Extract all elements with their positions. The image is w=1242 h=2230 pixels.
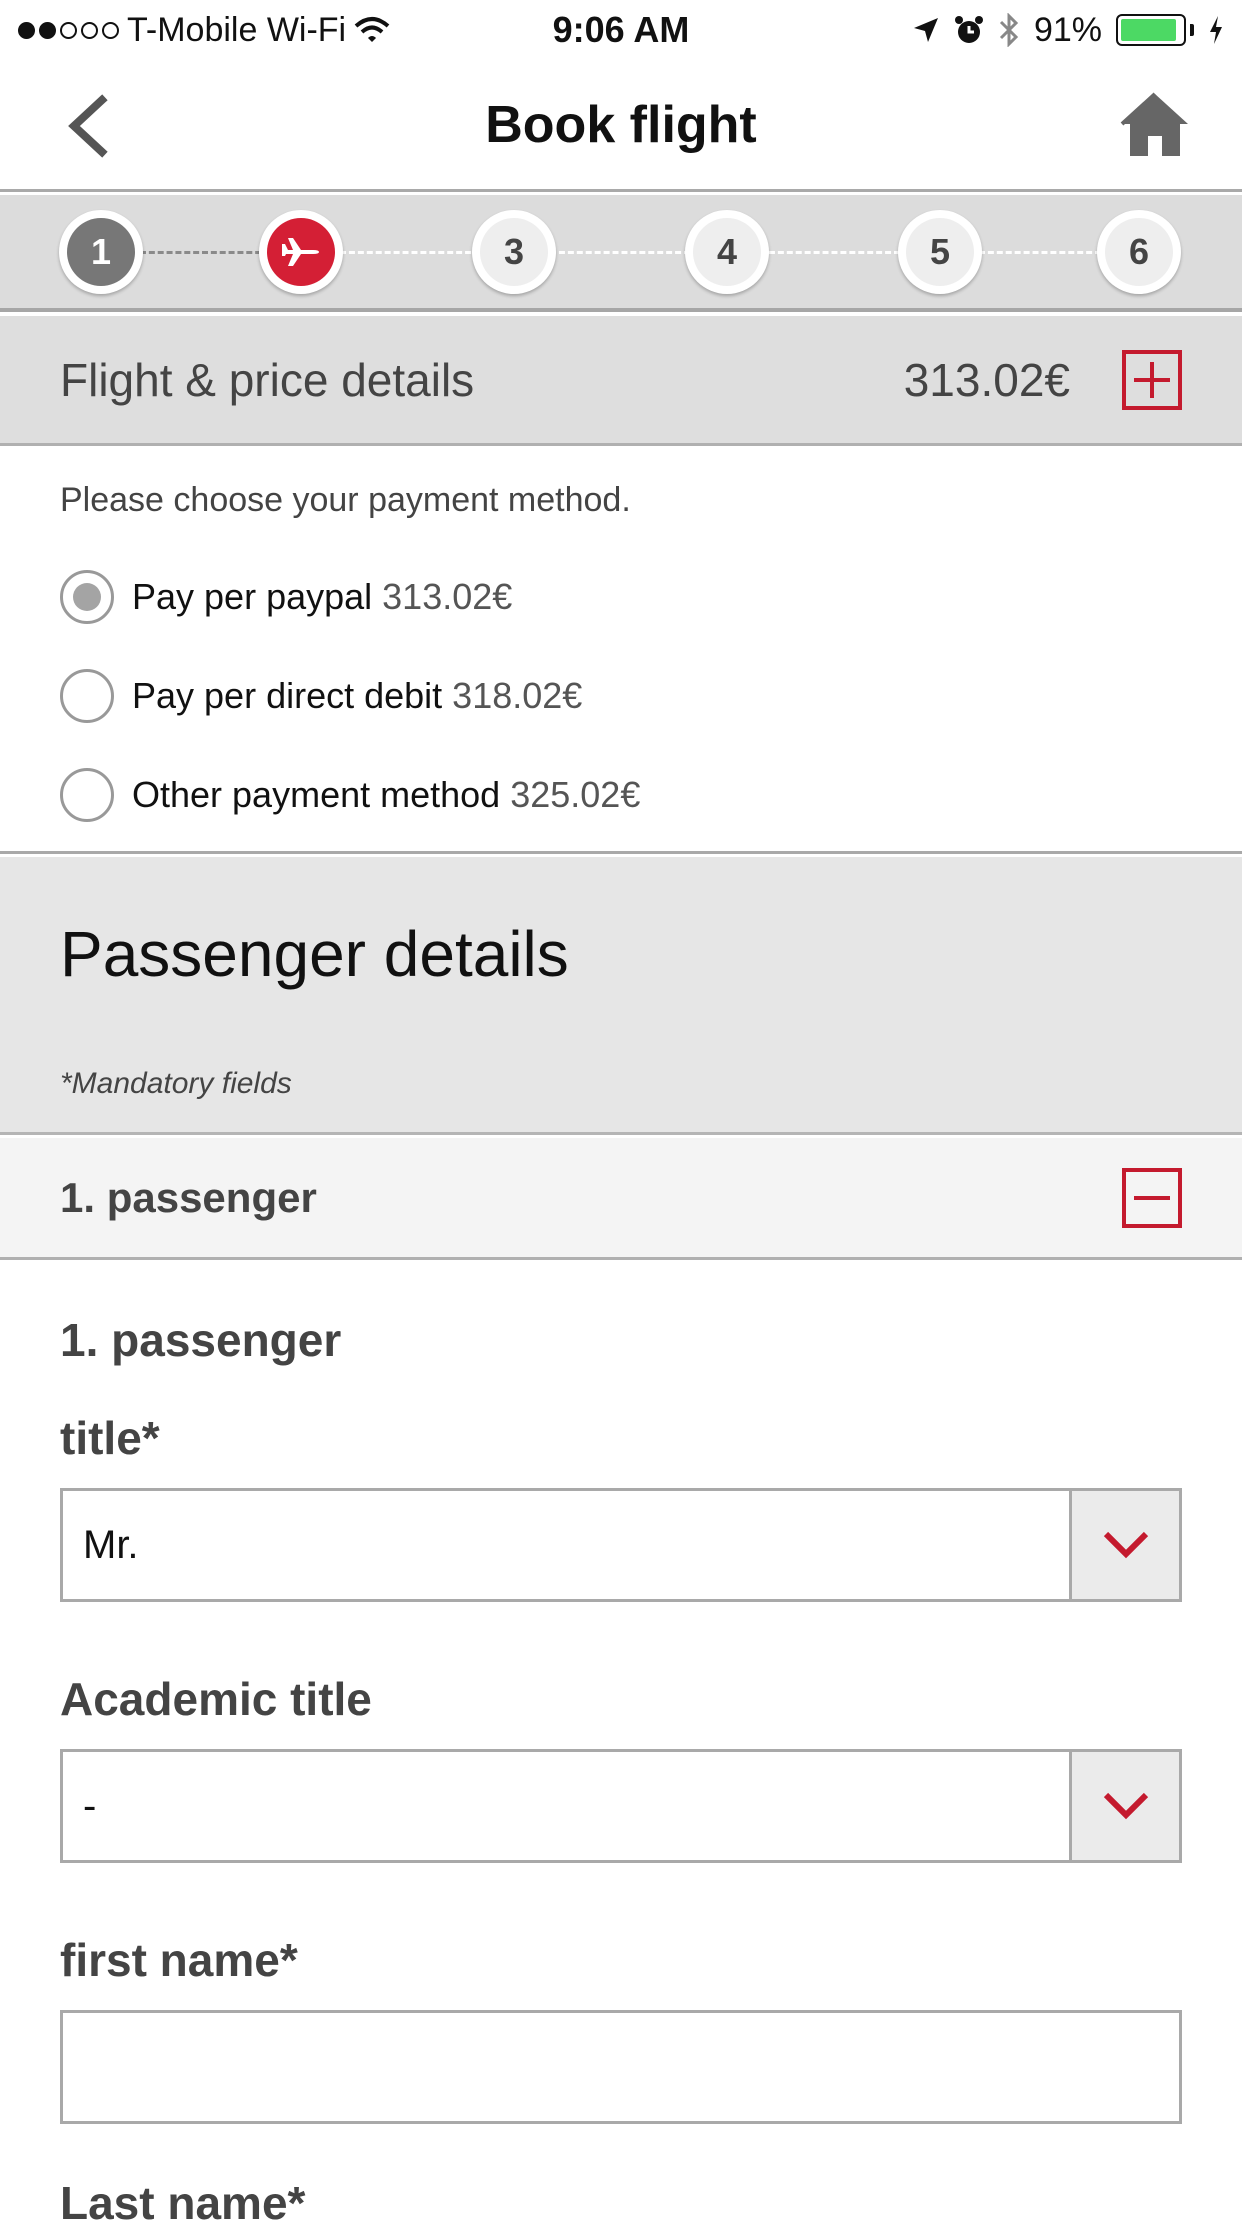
last-name-label: Last name* [60,2177,306,2229]
price-section-label: Flight & price details [60,353,475,406]
plus-box-icon[interactable] [1122,349,1182,410]
status-right: 91% [912,11,1224,50]
title-select[interactable]: Mr. [60,1488,1182,1602]
step-6[interactable]: 6 [1097,210,1181,294]
step-1[interactable]: 1 [59,210,143,294]
chevron-down-icon[interactable] [1069,1752,1179,1860]
payment-option-price: 318.02€ [452,675,583,716]
radio-button[interactable] [60,570,114,624]
radio-button[interactable] [60,768,114,822]
battery-icon [1116,14,1194,46]
chevron-left-icon[interactable] [60,94,120,158]
wifi-icon [354,17,390,42]
location-icon [913,18,938,42]
mandatory-note: *Mandatory fields [60,1067,292,1100]
step-number: 5 [906,218,974,286]
bluetooth-icon [999,13,1019,47]
chevron-down-icon[interactable] [1069,1491,1179,1599]
total-price: 313.02€ [903,353,1070,406]
passenger-details-header: Passenger details *Mandatory fields [0,857,1242,1135]
page-title: Book flight [485,95,757,154]
step-connector [550,251,690,254]
payment-option-paypal[interactable]: Pay per paypal 313.02€ [60,570,512,624]
step-connector [760,251,900,254]
airplane-icon [282,238,319,266]
step-number: 3 [480,218,548,286]
step-connector [140,251,270,254]
payment-option-price: 325.02€ [510,774,641,815]
minus-box-icon[interactable] [1122,1167,1182,1228]
passenger-accordion[interactable]: 1. passenger [0,1138,1242,1260]
select-value: - [83,1783,97,1828]
step-number: 6 [1105,218,1173,286]
booking-stepper: 1 3 4 5 6 [0,195,1242,312]
status-bar: T-Mobile Wi-Fi 9:06 AM 91% [0,0,1242,60]
step-number: 4 [693,218,761,286]
charging-icon [1210,16,1222,44]
step-4[interactable]: 4 [685,210,769,294]
payment-prompt: Please choose your payment method. [60,481,631,519]
payment-option-name: Pay per paypal [132,576,373,617]
form-heading: 1. passenger [60,1314,342,1366]
signal-dots-icon [18,21,119,39]
payment-option-direct-debit[interactable]: Pay per direct debit 318.02€ [60,669,582,723]
step-2[interactable] [259,210,343,294]
payment-option-price: 313.02€ [382,576,513,617]
step-connector [970,251,1110,254]
accordion-label: 1. passenger [60,1173,317,1221]
academic-title-label: Academic title [60,1673,372,1725]
payment-option-name: Other payment method [132,774,501,815]
status-left: T-Mobile Wi-Fi [18,11,390,50]
title-label: title* [60,1412,160,1464]
nav-bar: Book flight [0,60,1242,192]
step-number: 1 [67,218,135,286]
step-5[interactable]: 5 [898,210,982,294]
passenger-form: 1. passenger title* Mr. Academic title -… [0,1263,1242,2229]
battery-percent: 91% [1033,10,1102,49]
first-name-label: first name* [60,1934,298,1986]
step-connector [340,251,480,254]
select-value: Mr. [83,1522,139,1567]
payment-option-other[interactable]: Other payment method 325.02€ [60,768,640,822]
academic-title-select[interactable]: - [60,1749,1182,1863]
home-icon[interactable] [1120,90,1190,160]
payment-option-name: Pay per direct debit [132,675,443,716]
flight-price-details[interactable]: Flight & price details 313.02€ [0,316,1242,446]
step-3[interactable]: 3 [472,210,556,294]
alarm-icon [954,16,983,43]
payment-method-section: Please choose your payment method. Pay p… [0,449,1242,854]
first-name-input[interactable] [60,2010,1182,2124]
battery-fill [1121,19,1176,41]
section-title: Passenger details [60,918,569,990]
carrier-name: T-Mobile Wi-Fi [127,10,347,49]
radio-button[interactable] [60,669,114,723]
